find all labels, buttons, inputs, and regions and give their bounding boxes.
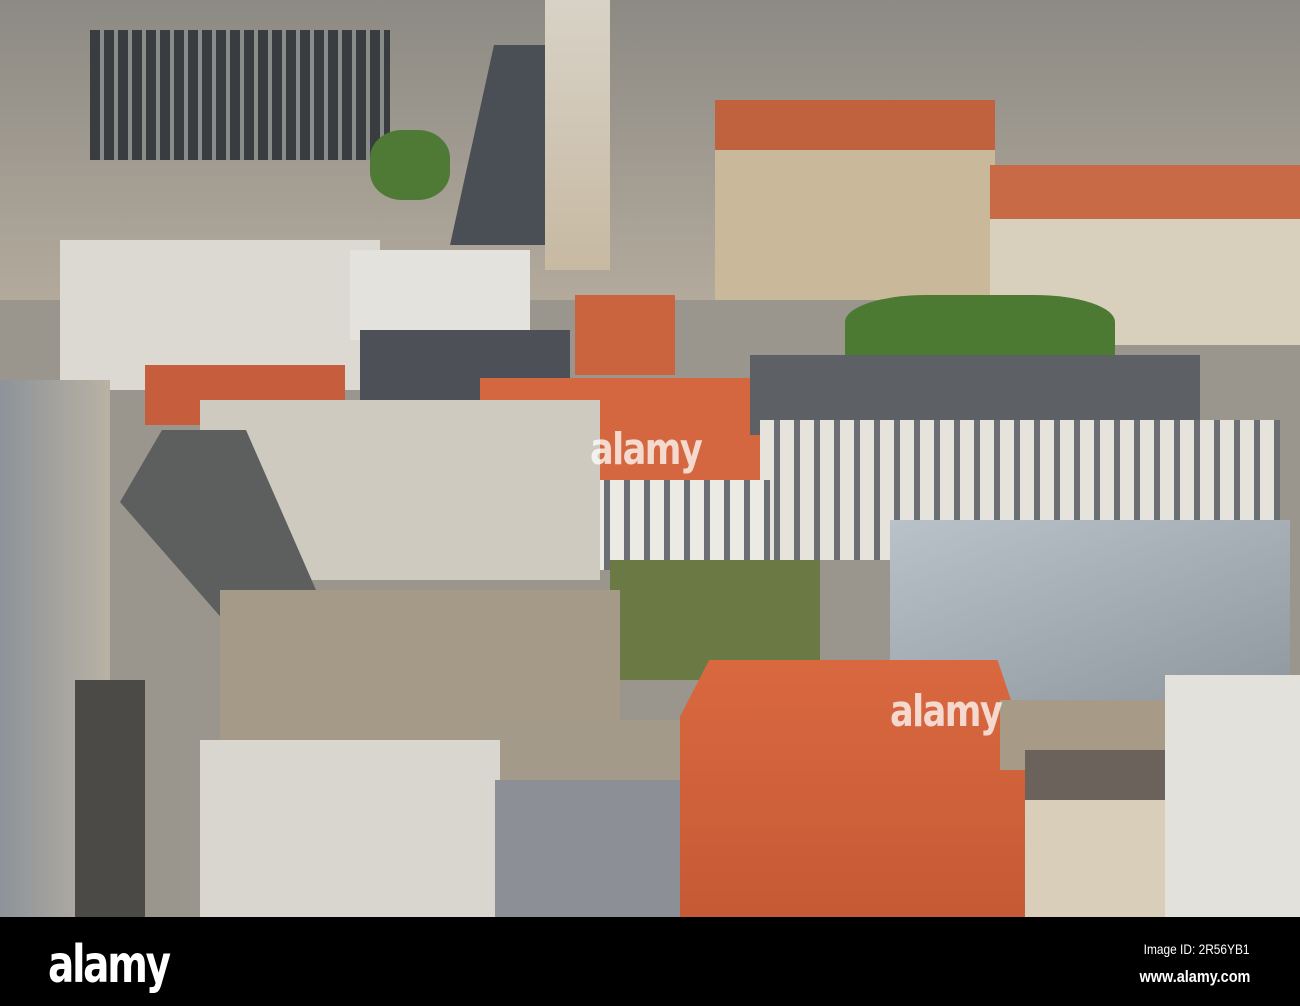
white-block: [350, 250, 530, 340]
orange-roof: [575, 295, 675, 375]
image-id: Image ID: 2R56YB1: [1144, 941, 1250, 957]
office-building: [90, 30, 390, 160]
watermark-center: alamy: [590, 424, 703, 475]
aerial-city-photo: alamy alamy: [0, 0, 1300, 917]
website-url: www.alamy.com: [1139, 967, 1250, 986]
white-building-right: [1165, 675, 1300, 917]
footer-bar: alamy Image ID: 2R56YB1 www.alamy.com: [0, 917, 1300, 1006]
ornate-building: [715, 100, 995, 300]
white-office: [590, 480, 770, 570]
trees: [370, 130, 450, 200]
church-tower: [545, 0, 610, 270]
street: [75, 680, 145, 917]
alamy-logo: alamy: [48, 935, 171, 995]
white-facade: [200, 740, 500, 917]
watermark-right: alamy: [890, 686, 1003, 737]
